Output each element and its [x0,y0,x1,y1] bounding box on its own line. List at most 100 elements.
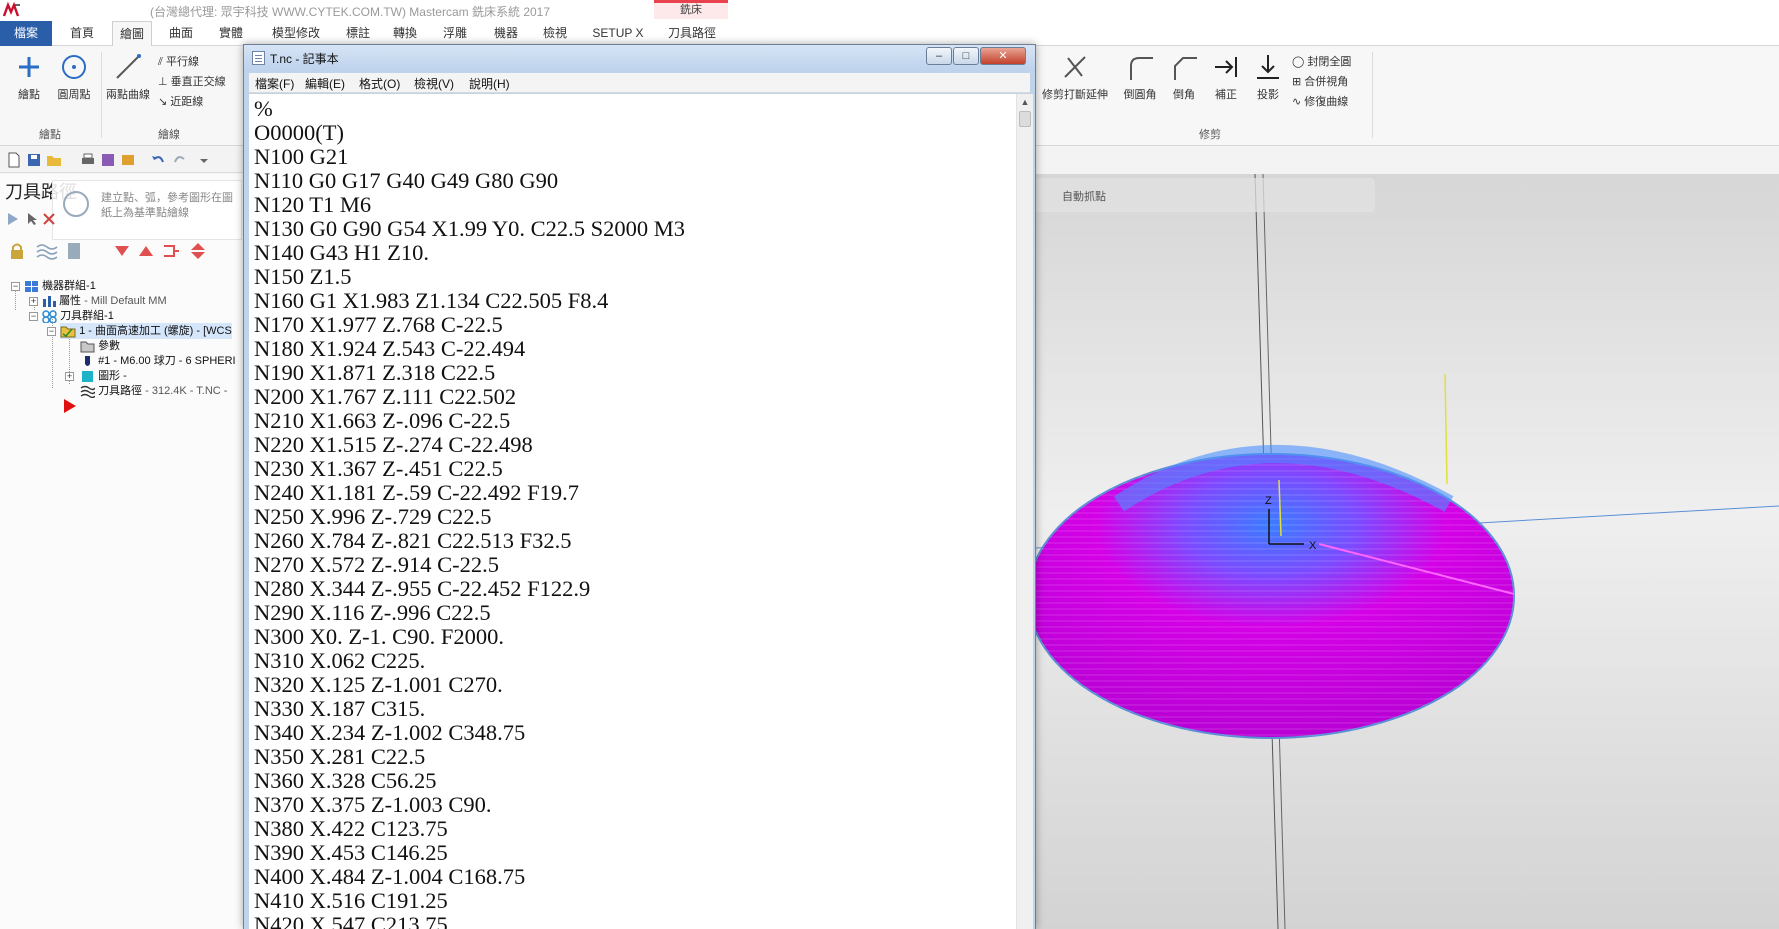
offset-button[interactable]: 補正 [1208,52,1244,102]
minimize-button[interactable]: – [926,47,952,65]
close-arc-button[interactable]: ◯ 封閉全圓 [1292,54,1351,70]
tree-node-tool[interactable]: #1 - M6.00 球刀 - 6 SPHERI [80,353,236,369]
menu-edit[interactable]: 編輯(E) [305,75,345,92]
delete-icon[interactable] [42,212,56,226]
code-line: N350 X.281 C22.5 [254,744,426,769]
select-all-icon[interactable] [26,212,40,226]
context-tab-header: 銑床 [654,0,728,19]
insert-arrow-icon[interactable] [162,242,180,260]
move-down-icon[interactable] [114,244,130,258]
print-icon[interactable] [80,152,96,168]
tree-node-parameters[interactable]: 參數 [80,338,120,354]
tab-surfaces[interactable]: 曲面 [161,21,201,46]
code-line: N290 X.116 Z-.996 C22.5 [254,600,491,625]
move-up-icon[interactable] [138,244,154,258]
tree-node-operation[interactable]: 1 - 曲面高速加工 (螺旋) - [WCS [60,323,232,339]
tree-node-toolpath-group[interactable]: 刀具群組-1 [42,308,114,324]
project-button[interactable]: 投影 [1250,52,1286,102]
code-line: N250 X.996 Z-.729 C22.5 [254,504,492,529]
toolpath-waves-icon[interactable] [36,242,58,260]
circle-point-button[interactable]: 圓周點 [52,52,96,102]
offset-label: 補正 [1215,89,1237,101]
toolpath-preview: Z X [1019,174,1779,929]
mastercam-logo-icon[interactable] [2,2,22,19]
menu-view[interactable]: 檢視(V) [414,75,454,92]
code-line: N370 X.375 Z-1.003 C90. [254,792,492,817]
code-line: N100 G21 [254,144,349,169]
lock-icon[interactable] [10,242,24,260]
notepad-titlebar[interactable]: T.nc - 記事本 – □ ✕ [244,45,1035,71]
close-button[interactable]: ✕ [980,47,1026,65]
tree-node-properties[interactable]: 屬性 - Mill Default MM [42,293,167,309]
tab-drafting[interactable]: 繪圖 [112,21,152,47]
code-line: N330 X.187 C315. [254,696,426,721]
tab-setup-x[interactable]: SETUP X [588,21,648,46]
tab-annotate[interactable]: 標註 [338,21,378,46]
close-arc-label: 封閉全圓 [1307,56,1352,68]
vertical-scrollbar[interactable]: ▲ [1016,94,1033,929]
post-icon[interactable] [66,242,82,260]
point-button-label: 繪點 [18,89,40,101]
scroll-thumb[interactable] [1019,111,1031,127]
trim-break-extend-button[interactable]: 修剪打斷延伸 [1040,52,1110,102]
tab-machine[interactable]: 機器 [486,21,526,46]
points-group-label: 繪點 [39,129,61,141]
tab-solids[interactable]: 實體 [211,21,251,46]
tree-expander[interactable]: − [29,312,38,321]
merge-icon[interactable] [120,152,136,168]
notepad-icon [252,51,265,65]
insert-arrow-marker-icon[interactable] [63,398,77,414]
toolpath-group-icon [42,309,57,323]
save-icon[interactable] [26,152,42,168]
code-line: N420 X.547 C213.75 [254,912,448,929]
geometry-label: 圖形 - [98,370,127,382]
tab-transform[interactable]: 轉換 [385,21,425,46]
menu-format[interactable]: 格式(O) [359,75,400,92]
axis-z-label: Z [1265,495,1272,507]
save-as-icon[interactable] [100,152,116,168]
tab-model-prep[interactable]: 模型修改 [266,21,326,46]
code-line: N230 X1.367 Z-.451 C22.5 [254,456,503,481]
play-icon[interactable] [6,212,20,226]
tab-art[interactable]: 浮雕 [435,21,475,46]
notepad-text-area[interactable]: % O0000(T) N100 G21 N110 G0 G17 G40 G49 G80… [249,94,1016,929]
menu-file[interactable]: 檔案(F) [255,75,294,92]
chamfer-button[interactable]: 倒角 [1166,52,1202,102]
tab-view[interactable]: 檢視 [535,21,575,46]
redo-icon[interactable] [172,152,188,168]
fillet-button[interactable]: 倒圓角 [1118,52,1162,102]
graphics-viewport[interactable]: Z X [1019,174,1779,929]
tab-toolpaths[interactable]: 刀具路徑 [660,21,724,46]
perpendicular-line-button[interactable]: ⊥ 垂直正交線 [158,74,226,90]
autocursor-label[interactable]: 自動抓點 [1062,188,1106,204]
tree-node-toolpath[interactable]: 刀具路徑 - 312.4K - T.NC - [80,383,227,399]
tree-expander[interactable]: + [65,372,74,381]
code-line: N360 X.328 C56.25 [254,768,437,793]
modify-curve-button[interactable]: ∿ 修復曲線 [1292,94,1348,110]
customize-dropdown-icon[interactable] [196,152,212,168]
expand-collapse-icon[interactable] [190,242,206,260]
tree-node-machine-group[interactable]: 機器群組-1 [24,278,96,294]
scroll-up-icon[interactable]: ▲ [1017,94,1033,110]
parameters-label: 參數 [98,340,121,352]
closest-line-button[interactable]: ↘ 近距線 [158,94,203,110]
tree-expander[interactable]: + [29,297,38,306]
tab-file[interactable]: 檔案 [0,21,52,46]
tree-expander[interactable]: − [47,327,56,336]
point-button[interactable]: 繪點 [10,52,48,102]
new-file-icon[interactable] [6,152,22,168]
join-entities-icon: ⊞ [1292,76,1305,88]
tree-expander[interactable]: − [11,282,20,291]
two-point-curve-button[interactable]: 兩點曲線 [104,52,152,102]
maximize-button[interactable]: □ [953,47,979,65]
properties-detail: - Mill Default MM [84,295,167,307]
tree-node-geometry[interactable]: 圖形 - [80,368,127,384]
tab-home[interactable]: 首頁 [62,21,102,46]
parallel-line-button[interactable]: ⫽ 平行線 [158,54,199,70]
machine-group-icon [25,280,38,292]
perpendicular-line-label: 垂直正交線 [170,76,226,88]
open-folder-icon[interactable] [46,152,62,168]
join-entities-button[interactable]: ⊞ 合併視角 [1292,74,1348,90]
undo-icon[interactable] [150,152,166,168]
menu-help[interactable]: 說明(H) [469,75,510,92]
